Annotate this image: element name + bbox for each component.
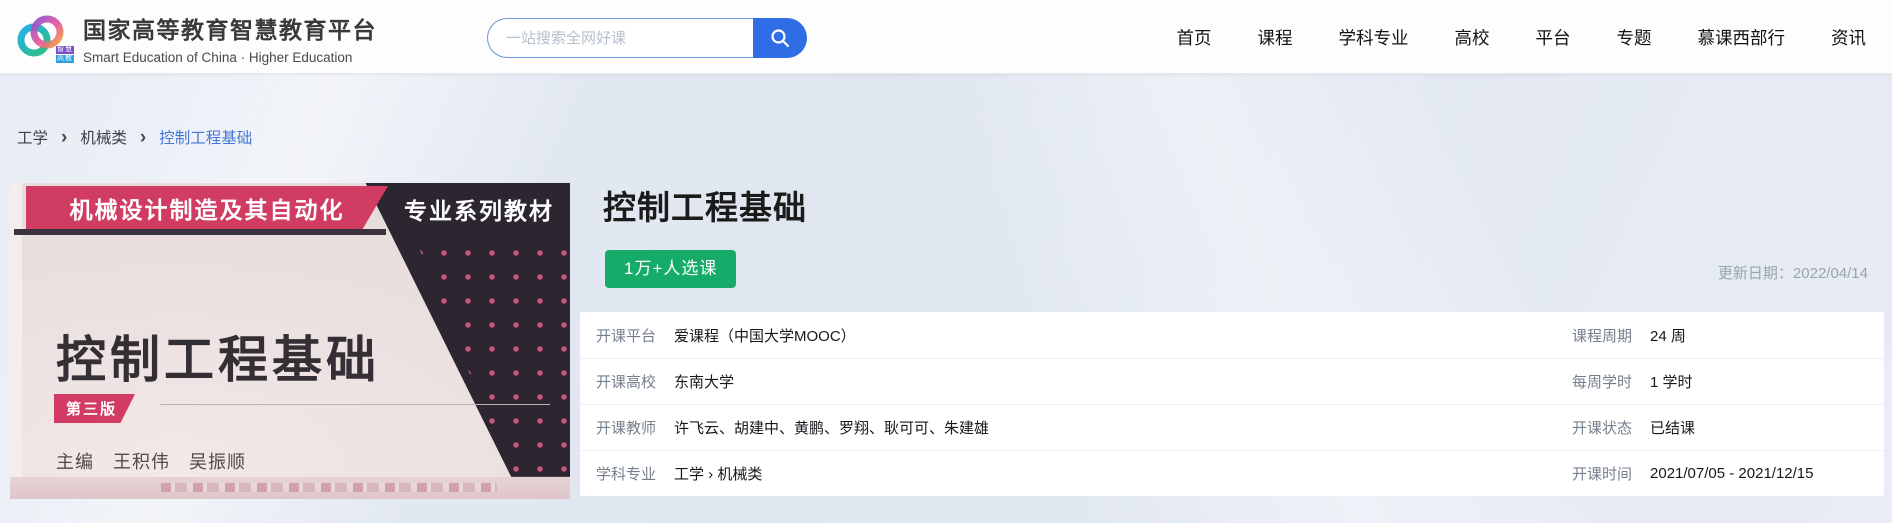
info-label: 开课教师 <box>596 417 656 438</box>
update-date-value: 2022/04/14 <box>1793 265 1868 282</box>
update-date: 更新日期：2022/04/14 <box>1718 262 1868 283</box>
nav-item-courses[interactable]: 课程 <box>1258 25 1293 50</box>
brand-subtitle: Smart Education of China · Higher Educat… <box>83 50 377 65</box>
cover-series-label: 专业系列教材 <box>404 192 554 226</box>
nav-item-platforms[interactable]: 平台 <box>1536 25 1571 50</box>
info-label: 课程周期 <box>1572 325 1632 346</box>
chevron-right-icon: › <box>140 130 146 145</box>
breadcrumb-item-discipline[interactable]: 工学 <box>17 126 48 148</box>
info-row-platform: 开课平台 爱课程（中国大学MOOC） 课程周期 24 周 <box>580 312 1884 358</box>
chevron-right-icon: › <box>61 130 67 145</box>
brand-block: 国家高等教育智慧教育平台 Smart Education of China · … <box>83 11 377 65</box>
info-label: 学科专业 <box>596 463 656 484</box>
cover-dark-strip <box>14 229 386 235</box>
nav-item-subjects[interactable]: 学科专业 <box>1339 25 1409 50</box>
info-label: 开课高校 <box>596 371 656 392</box>
brand-title: 国家高等教育智慧教育平台 <box>83 11 377 45</box>
info-row-university: 开课高校 东南大学 每周学时 1 学时 <box>580 358 1884 404</box>
cover-bottom-marks <box>161 483 497 492</box>
top-header: 智慧 高教 国家高等教育智慧教育平台 Smart Education of Ch… <box>0 0 1892 74</box>
info-value: 东南大学 <box>674 371 734 392</box>
breadcrumb-item-current[interactable]: 控制工程基础 <box>159 126 252 148</box>
info-row-subject: 学科专业 工学 › 机械类 开课时间 2021/07/05 - 2021/12/… <box>580 450 1884 496</box>
nav-item-mooc-west[interactable]: 慕课西部行 <box>1698 25 1786 50</box>
info-row-teachers: 开课教师 许飞云、胡建中、黄鹏、罗翔、耿可可、朱建雄 开课状态 已结课 <box>580 404 1884 450</box>
cover-top-banner: 机械设计制造及其自动化 <box>26 186 388 229</box>
cover-bottom-band <box>10 477 570 499</box>
breadcrumb-item-category[interactable]: 机械类 <box>80 126 127 148</box>
update-date-label: 更新日期： <box>1718 265 1793 282</box>
breadcrumb: 工学 › 机械类 › 控制工程基础 <box>17 126 252 148</box>
info-label: 开课状态 <box>1572 417 1632 438</box>
course-cover-image: 机械设计制造及其自动化 专业系列教材 控制工程基础 第三版 主编 王积伟 吴振顺 <box>10 183 570 499</box>
logo-mini-label: 智慧 高教 <box>56 46 74 63</box>
info-value: 1 学时 <box>1650 371 1693 392</box>
info-value: 工学 › 机械类 <box>674 463 762 484</box>
search-icon <box>769 27 791 49</box>
nav-item-home[interactable]: 首页 <box>1177 25 1212 50</box>
search-input[interactable] <box>487 18 753 58</box>
info-label: 开课平台 <box>596 325 656 346</box>
search-bar <box>487 18 807 58</box>
page: 智慧 高教 国家高等教育智慧教育平台 Smart Education of Ch… <box>0 0 1892 523</box>
cover-divider-line <box>160 404 550 405</box>
nav-item-topics[interactable]: 专题 <box>1617 25 1652 50</box>
logo-mini-bottom: 高教 <box>56 55 74 63</box>
logo-mini-top: 智慧 <box>56 46 74 54</box>
info-value: 2021/07/05 - 2021/12/15 <box>1650 465 1813 482</box>
cover-authors: 主编 王积伟 吴振顺 <box>56 448 246 474</box>
nav-item-universities[interactable]: 高校 <box>1455 25 1490 50</box>
search-button[interactable] <box>753 18 807 58</box>
enrollment-badge: 1万+人选课 <box>605 250 736 288</box>
info-value: 爱课程（中国大学MOOC） <box>674 325 856 346</box>
cover-book-title: 控制工程基础 <box>56 320 380 392</box>
cover-banner-text: 机械设计制造及其自动化 <box>70 191 345 225</box>
info-value: 许飞云、胡建中、黄鹏、罗翔、耿可可、朱建雄 <box>674 417 989 438</box>
info-value: 已结课 <box>1650 417 1695 438</box>
course-info-card: 开课平台 爱课程（中国大学MOOC） 课程周期 24 周 开课高校 东南大学 每… <box>580 312 1884 496</box>
info-label: 开课时间 <box>1572 463 1632 484</box>
cover-edition-badge: 第三版 <box>54 394 135 423</box>
course-title: 控制工程基础 <box>603 181 807 229</box>
info-label: 每周学时 <box>1572 371 1632 392</box>
platform-logo[interactable]: 智慧 高教 <box>14 10 72 64</box>
info-value: 24 周 <box>1650 325 1686 346</box>
nav-item-news[interactable]: 资讯 <box>1831 25 1866 50</box>
main-nav: 首页 课程 学科专业 高校 平台 专题 慕课西部行 资讯 <box>1177 0 1867 74</box>
